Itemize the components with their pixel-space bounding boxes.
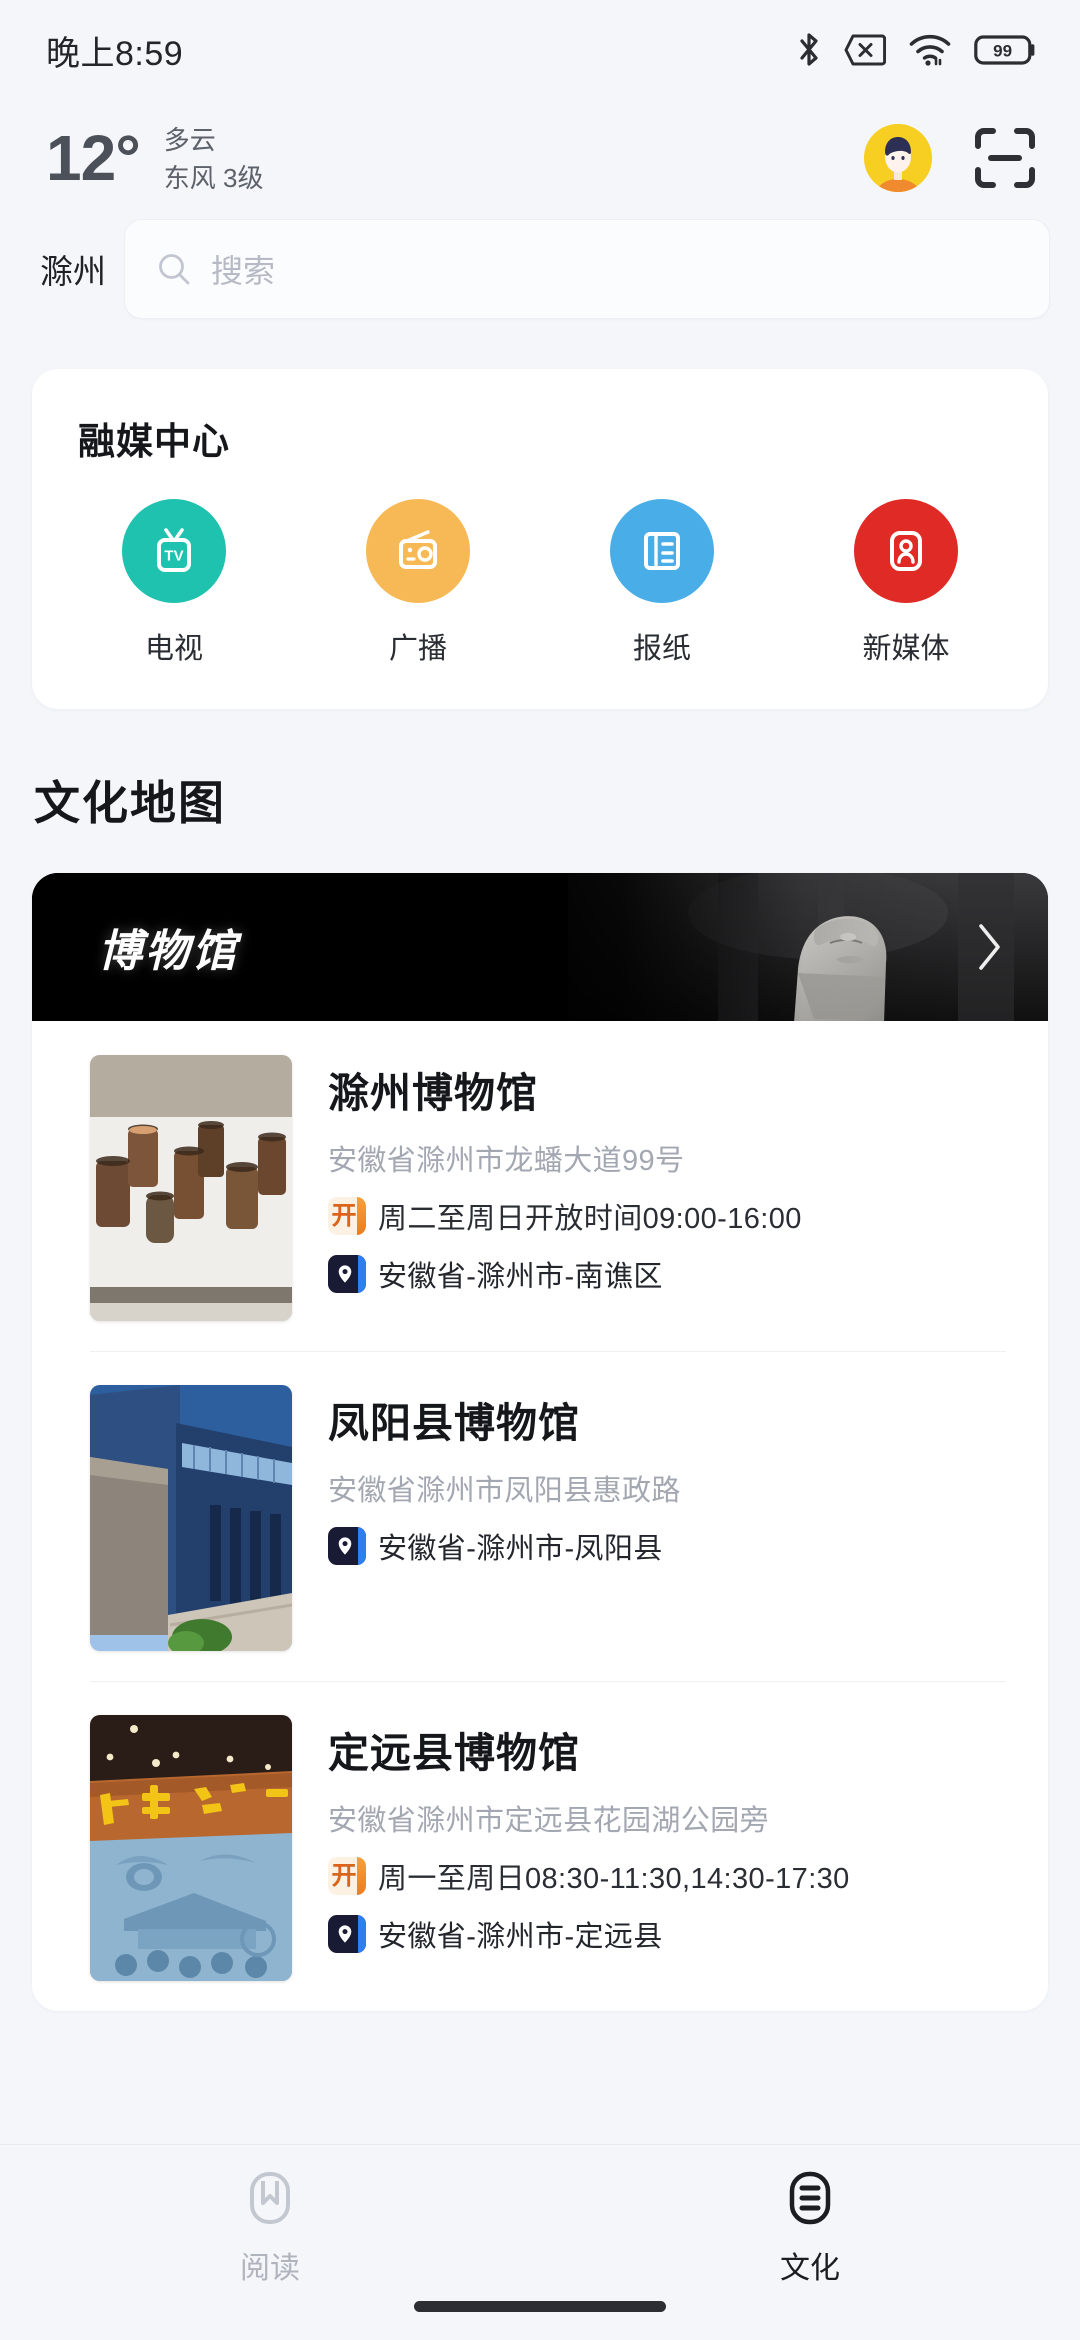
item-location-row: 安徽省-滁州市-南谯区: [328, 1253, 802, 1295]
bookmark-icon: [239, 2167, 301, 2229]
item-body: 定远县博物馆 安徽省滁州市定远县花园湖公园旁 开 周一至周日08:30-11:3…: [292, 1715, 850, 1981]
media-item-new-media[interactable]: 新媒体: [784, 499, 1028, 667]
header-actions: [864, 124, 1036, 192]
temperature: 12°: [46, 126, 140, 190]
search-input[interactable]: 搜索: [124, 219, 1050, 319]
item-thumbnail: [90, 1385, 292, 1651]
tab-label: 文化: [780, 2243, 840, 2287]
item-thumbnail: [90, 1715, 292, 1981]
media-item-newspaper[interactable]: 报纸: [540, 499, 784, 667]
item-title: 滁州博物馆: [328, 1059, 802, 1119]
wifi-icon: [908, 33, 952, 67]
item-title: 定远县博物馆: [328, 1719, 850, 1779]
avatar[interactable]: [864, 124, 932, 192]
item-location: 安徽省-滁州市-凤阳县: [378, 1525, 663, 1567]
list-item[interactable]: 凤阳县博物馆 安徽省滁州市凤阳县惠政路 安徽省-滁州市-凤阳县: [32, 1351, 1048, 1681]
chevron-right-icon[interactable]: [974, 921, 1004, 973]
item-hours: 周一至周日08:30-11:30,14:30-17:30: [378, 1855, 850, 1897]
open-badge-icon: 开: [328, 1197, 366, 1235]
media-item-radio[interactable]: 广播: [296, 499, 540, 667]
weather-detail: 多云 东风 3级: [164, 118, 264, 197]
search-icon: [157, 252, 191, 286]
search-placeholder: 搜索: [211, 246, 275, 292]
media-center-card: 融媒中心 TV 电视 广播: [32, 369, 1048, 709]
status-time: 晚上8:59: [46, 26, 183, 75]
tab-culture[interactable]: 文化: [540, 2167, 1080, 2287]
media-item-label: 电视: [145, 625, 203, 667]
pottery-vessels-photo: [90, 1055, 292, 1321]
blue-museum-building-photo: [90, 1385, 292, 1651]
open-badge-text: 开: [331, 1864, 356, 1889]
page-title: 文化地图: [0, 709, 1080, 833]
svg-text:TV: TV: [164, 548, 183, 565]
weather-condition: 多云: [164, 122, 264, 160]
weather-wind: 东风 3级: [164, 160, 264, 198]
item-hours: 周二至周日开放时间09:00-16:00: [378, 1195, 802, 1237]
media-center-title: 融媒中心: [32, 369, 1048, 465]
item-location-row: 安徽省-滁州市-凤阳县: [328, 1525, 681, 1567]
item-address: 安徽省滁州市龙蟠大道99号: [328, 1137, 802, 1179]
battery-level-text: 99: [993, 42, 1012, 61]
han-relief-exhibit-photo: [90, 1715, 292, 1981]
scan-icon[interactable]: [974, 127, 1036, 189]
location-pin-icon: [328, 1915, 366, 1953]
media-item-label: 新媒体: [862, 625, 949, 667]
media-item-tv[interactable]: TV 电视: [52, 499, 296, 667]
open-badge-text: 开: [331, 1204, 356, 1229]
bluetooth-icon: [796, 31, 822, 69]
list-item[interactable]: 滁州博物馆 安徽省滁州市龙蟠大道99号 开 周二至周日开放时间09:00-16:…: [32, 1021, 1048, 1351]
item-thumbnail: [90, 1055, 292, 1321]
item-hours-row: 开 周二至周日开放时间09:00-16:00: [328, 1195, 802, 1237]
location-pin-icon: [328, 1527, 366, 1565]
item-body: 凤阳县博物馆 安徽省滁州市凤阳县惠政路 安徽省-滁州市-凤阳县: [292, 1385, 681, 1651]
item-location: 安徽省-滁州市-南谯区: [378, 1253, 663, 1295]
museum-banner[interactable]: 博物馆: [32, 873, 1048, 1021]
home-indicator: [414, 2301, 666, 2312]
culture-map-card: 博物馆: [32, 873, 1048, 2011]
media-center-icon-row: TV 电视 广播: [32, 465, 1048, 709]
search-row: 滁州 搜索: [0, 203, 1080, 319]
item-title: 凤阳县博物馆: [328, 1389, 681, 1449]
tab-label: 阅读: [240, 2243, 300, 2287]
item-address: 安徽省滁州市定远县花园湖公园旁: [328, 1797, 850, 1839]
tab-reading[interactable]: 阅读: [0, 2167, 540, 2287]
city-selector[interactable]: 滁州: [40, 245, 124, 293]
media-item-label: 广播: [389, 625, 447, 667]
bottom-tab-bar: 阅读 文化: [0, 2144, 1080, 2340]
new-media-icon: [854, 499, 958, 603]
status-bar: 晚上8:59 99: [0, 0, 1080, 100]
item-address: 安徽省滁州市凤阳县惠政路: [328, 1467, 681, 1509]
weather-header: 12° 多云 东风 3级: [0, 100, 1080, 203]
status-icon-group: 99: [796, 31, 1036, 69]
list-item[interactable]: 定远县博物馆 安徽省滁州市定远县花园湖公园旁 开 周一至周日08:30-11:3…: [32, 1681, 1048, 2011]
radio-icon: [366, 499, 470, 603]
item-body: 滁州博物馆 安徽省滁州市龙蟠大道99号 开 周二至周日开放时间09:00-16:…: [292, 1055, 802, 1321]
location-pin-icon: [328, 1255, 366, 1293]
newspaper-icon: [610, 499, 714, 603]
sim-card-off-icon: [844, 33, 886, 67]
banner-label: 博物馆: [98, 915, 239, 979]
item-hours-row: 开 周一至周日08:30-11:30,14:30-17:30: [328, 1855, 850, 1897]
tv-icon: TV: [122, 499, 226, 603]
open-badge-icon: 开: [328, 1857, 366, 1895]
item-location: 安徽省-滁州市-定远县: [378, 1913, 663, 1955]
media-item-label: 报纸: [633, 625, 691, 667]
battery-icon: 99: [974, 34, 1036, 66]
item-location-row: 安徽省-滁州市-定远县: [328, 1913, 850, 1955]
user-avatar-icon: [864, 124, 932, 192]
list-icon: [779, 2167, 841, 2229]
